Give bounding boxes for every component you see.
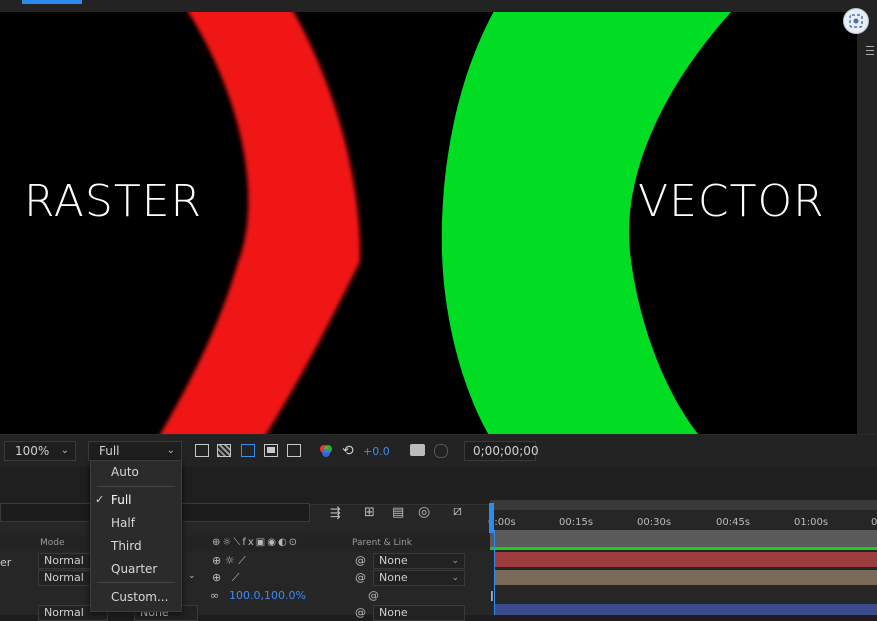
chevron-down-icon: ⌄ [60, 445, 69, 456]
check-icon: ✓ [95, 493, 105, 506]
menu-item-quarter[interactable]: Quarter [111, 562, 157, 576]
menu-item-custom[interactable]: Custom... [111, 590, 168, 604]
ruler-tick-label: 01:00s [794, 517, 829, 528]
layer-name-fragment: er [0, 556, 12, 569]
color-channel-icon[interactable] [319, 444, 333, 458]
mask-icon[interactable] [241, 444, 255, 457]
parent-dropdown[interactable]: None ⌄ [373, 570, 465, 586]
layer-bar[interactable] [495, 604, 877, 615]
transparency-grid-icon[interactable] [217, 444, 231, 457]
work-area-bar[interactable] [490, 500, 877, 510]
resolution-menu: Auto ✓ Full Half Third Quarter Custom... [90, 460, 182, 612]
mode-value: Normal [44, 554, 84, 567]
resolution-dropdown[interactable]: Full ⌄ [88, 441, 182, 461]
layer-switches[interactable]: ⊕ ⟋ [212, 571, 239, 585]
frame-blending-icon[interactable]: ◎ [418, 504, 430, 520]
magnification-dropdown[interactable]: 100% ⌄ [4, 441, 76, 461]
resolution-value: Full [99, 444, 120, 458]
region-of-interest-icon[interactable] [264, 444, 278, 457]
fit-icon[interactable] [195, 444, 209, 457]
comp-track [490, 530, 877, 547]
parent-link-column-header[interactable]: Parent & Link [352, 538, 412, 548]
menu-separator [97, 486, 175, 487]
parent-dropdown[interactable]: None ⌄ [373, 553, 465, 569]
parent-dropdown[interactable]: None [373, 605, 465, 621]
menu-item-half[interactable]: Half [111, 516, 135, 530]
menu-item-third[interactable]: Third [111, 539, 142, 553]
snapshot-camera-icon[interactable] [410, 444, 425, 456]
menu-item-full[interactable]: Full [111, 493, 132, 507]
vector-label: VECTOR [638, 176, 825, 227]
parent-value: None [379, 606, 408, 619]
exposure-reset-icon[interactable]: ⟲ [342, 443, 354, 459]
chevron-down-icon: ⌄ [451, 556, 459, 566]
ruler-tick-label: 0 [871, 517, 877, 528]
draft-3d-icon[interactable]: ⊞ [364, 505, 375, 520]
pickwhip-icon[interactable]: @ [355, 571, 366, 584]
spiral-icon: @ [368, 589, 379, 602]
panel-tab-strip [0, 0, 877, 12]
switches-header: ⊕☼⟍fx▣◉◐⊙ [212, 537, 300, 548]
ruler-tick-label: 00:45s [716, 517, 751, 528]
mode-value: Normal [44, 571, 84, 584]
chevron-down-icon: ⌄ [166, 445, 175, 456]
work-area-indicator [490, 547, 877, 550]
scale-value[interactable]: 100.0,100.0% [229, 589, 306, 602]
playhead[interactable] [489, 503, 494, 533]
raster-label: RASTER [24, 176, 203, 227]
hamburger-menu-icon[interactable] [866, 46, 874, 58]
parent-value: None [379, 554, 408, 567]
chevron-down-icon[interactable]: ⌄ [188, 571, 196, 581]
mode-value: Normal [44, 606, 84, 619]
playhead-line [494, 530, 495, 615]
chevron-down-icon: ⌄ [451, 573, 459, 583]
composition-viewer[interactable]: RASTER VECTOR [0, 12, 857, 434]
show-snapshot-icon[interactable] [434, 444, 448, 458]
shy-icon[interactable]: ▤ [392, 505, 404, 520]
screenshot-icon[interactable] [843, 8, 869, 34]
exposure-value[interactable]: +0.0 [363, 445, 390, 458]
pickwhip-icon[interactable]: @ [355, 606, 366, 619]
mode-column-header[interactable]: Mode [40, 538, 65, 548]
layer-switches[interactable]: ⊕ ☼ ⟋ [212, 554, 246, 568]
right-panel-rail [857, 12, 877, 467]
parent-value: None [379, 571, 408, 584]
motion-blur-icon[interactable]: ⧄ [453, 503, 462, 519]
magnification-value: 100% [15, 444, 50, 458]
link-icon[interactable]: ∞ [210, 589, 219, 602]
pickwhip-icon[interactable]: @ [355, 554, 366, 567]
toggle-guides-icon[interactable] [287, 444, 301, 457]
text-cursor-icon: I [490, 590, 494, 605]
menu-item-auto[interactable]: Auto [111, 465, 139, 479]
layer-bar[interactable] [495, 552, 877, 567]
menu-separator [97, 582, 175, 583]
timecode-value: 0;00;00;00 [473, 444, 539, 458]
active-tab-highlight [22, 0, 82, 4]
ruler-tick-label: 00:30s [637, 517, 672, 528]
comp-flowchart-icon[interactable]: ⇶ [330, 506, 341, 521]
layer-bar[interactable] [495, 570, 877, 585]
current-time-display[interactable]: 0;00;00;00 [464, 441, 539, 461]
ruler-tick-label: 00:15s [559, 517, 594, 528]
